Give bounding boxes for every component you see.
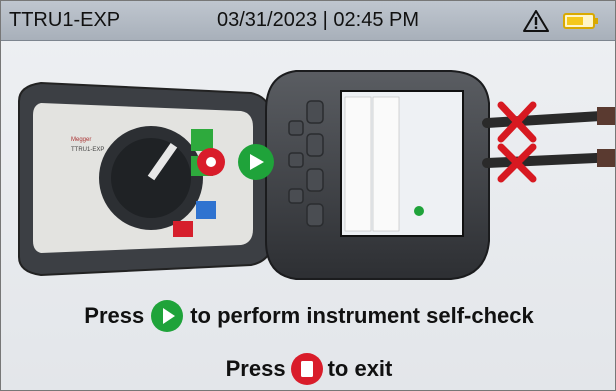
svg-text:TTRU1-EXP: TTRU1-EXP xyxy=(71,147,104,153)
battery-icon xyxy=(563,13,598,29)
svg-text:Megger: Megger xyxy=(71,137,91,143)
stop-button-icon xyxy=(290,353,323,385)
device-name: TTRU1-EXP xyxy=(9,9,121,31)
device-screen: TTRU1-EXP 03/31/2023 | 02:45 PM Megger T… xyxy=(0,0,616,391)
instruction-self-check-label: to perform instrument self-check xyxy=(190,303,534,328)
warning-icon xyxy=(523,10,549,32)
status-bar: TTRU1-EXP 03/31/2023 | 02:45 PM xyxy=(1,1,615,41)
instruction-press-label: Press xyxy=(225,356,286,381)
exit-instruction: Press to exit xyxy=(1,352,615,386)
instruction-exit-label: to exit xyxy=(327,356,393,381)
instruction-press-label: Press xyxy=(84,303,145,328)
status-datetime: 03/31/2023 | 02:45 PM xyxy=(217,9,420,31)
self-check-instruction: Press to perform instrument self-check xyxy=(1,299,615,333)
start-button-icon xyxy=(151,300,184,332)
instrument-illustration: Megger TTRU1-EXP xyxy=(18,70,615,280)
